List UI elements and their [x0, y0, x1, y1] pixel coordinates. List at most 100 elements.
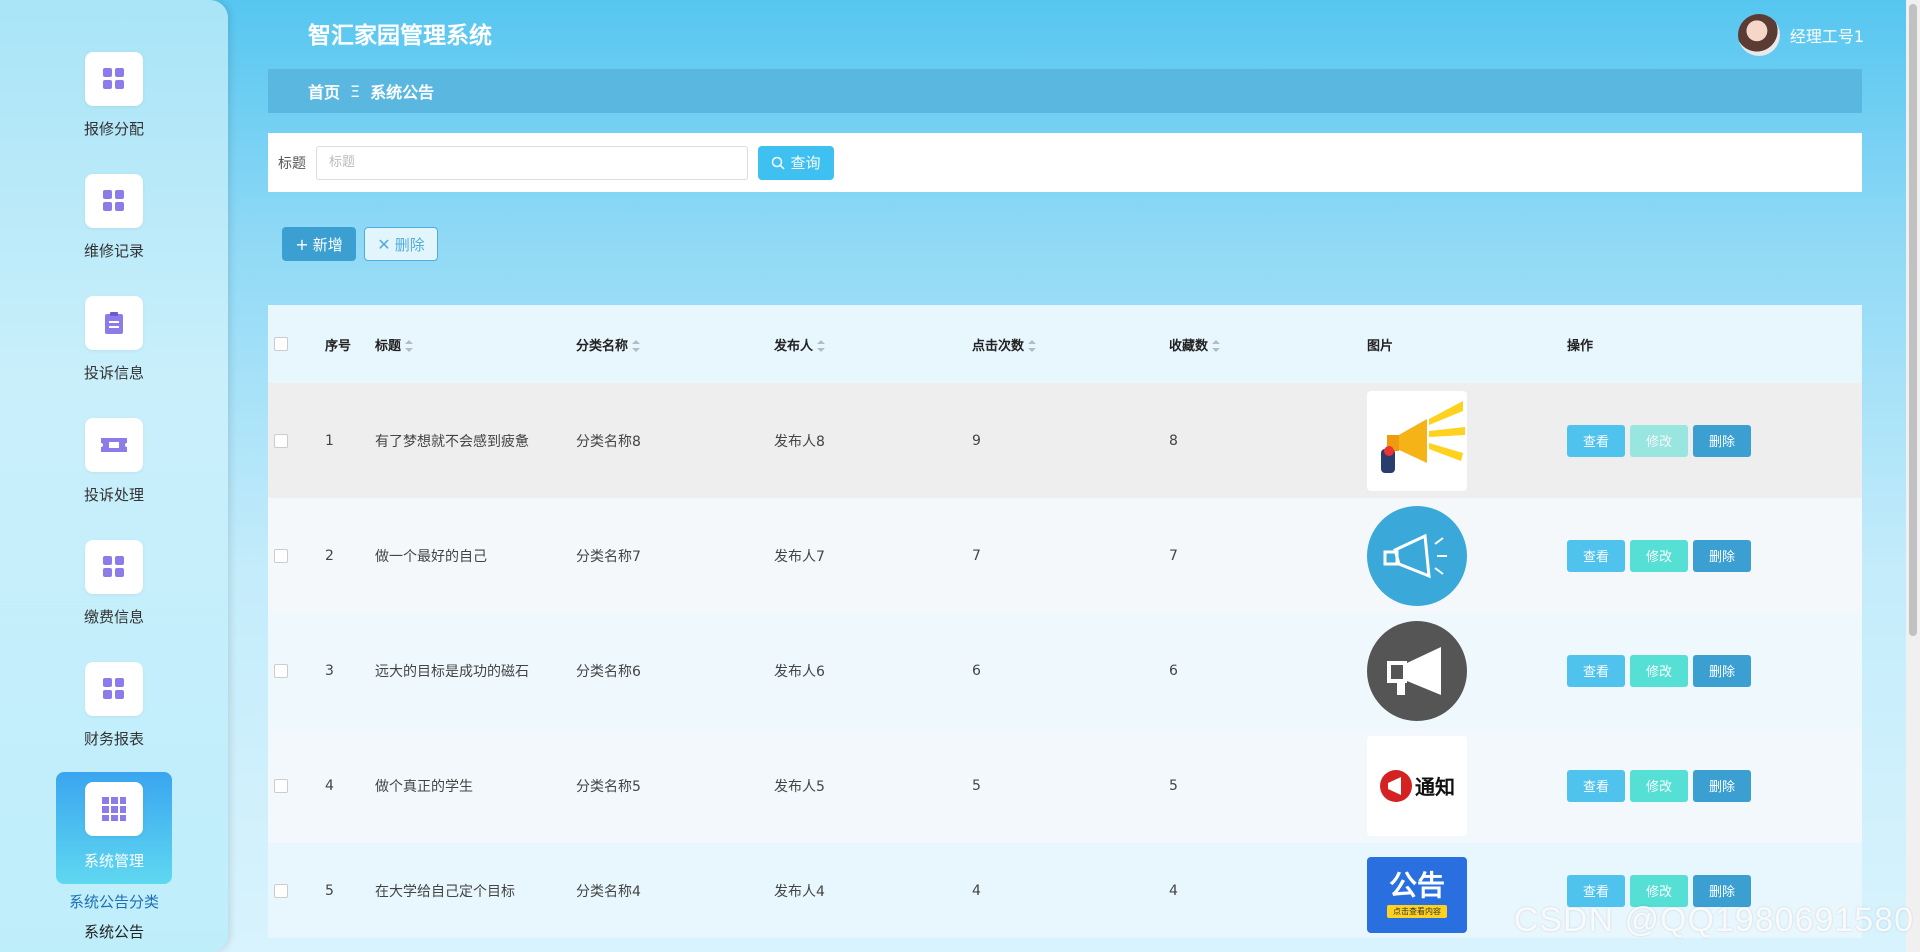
clipboard-icon — [85, 296, 143, 350]
megaphone-image[interactable] — [1367, 620, 1467, 721]
notice-table: 序号 标题 分类名称 发布人 点击次数 收藏数 图片 操作 1 有了梦想就不会感… — [268, 305, 1862, 938]
megaphone-image[interactable] — [1367, 390, 1467, 491]
delete-button[interactable]: 删除 — [1693, 654, 1751, 687]
row-checkbox[interactable] — [274, 663, 288, 678]
batch-delete-button[interactable]: ✕ 删除 — [364, 227, 438, 261]
sidebar-item-payment-info[interactable]: 缴费信息 — [56, 538, 172, 650]
breadcrumb-home[interactable]: 首页 — [308, 79, 340, 103]
grid-icon — [85, 52, 143, 106]
add-button[interactable]: + 新增 — [282, 227, 356, 261]
cell-category: 分类名称5 — [576, 778, 641, 795]
cell-title: 做个真正的学生 — [375, 778, 473, 795]
cell-favorites: 8 — [1169, 432, 1178, 449]
breadcrumb-current: 系统公告 — [370, 83, 435, 102]
sidebar-item-finance-report[interactable]: 财务报表 — [56, 660, 172, 772]
announcement-subtext: 点击查看内容 — [1387, 905, 1447, 918]
grid-icon — [85, 174, 143, 228]
breadcrumb-separator: Ξ — [350, 81, 361, 101]
header-image: 图片 — [1367, 338, 1394, 354]
view-button[interactable]: 查看 — [1567, 654, 1625, 687]
ticket-icon — [85, 418, 143, 472]
cell-title: 远大的目标是成功的磁石 — [375, 663, 529, 680]
delete-button[interactable]: 删除 — [1693, 424, 1751, 457]
row-checkbox[interactable] — [274, 883, 288, 898]
cell-category: 分类名称4 — [576, 883, 641, 900]
query-button[interactable]: 查询 — [758, 145, 834, 180]
sidebar-item-complaint-handle[interactable]: 投诉处理 — [56, 416, 172, 528]
sidebar-item-label: 投诉信息 — [83, 364, 144, 382]
scrollbar-thumb[interactable] — [1909, 4, 1917, 636]
plus-icon: + — [295, 234, 309, 254]
cell-clicks: 9 — [972, 432, 981, 449]
megaphone-icon — [1380, 769, 1412, 802]
search-bar: 标题 查询 — [268, 133, 1862, 192]
megaphone-image[interactable] — [1367, 505, 1467, 606]
announcement-text: 公告 — [1388, 869, 1445, 902]
sidebar-item-label: 系统管理 — [83, 852, 144, 870]
notice-image[interactable]: 通知 — [1367, 735, 1467, 836]
search-label: 标题 — [278, 155, 306, 172]
search-input[interactable] — [316, 145, 748, 180]
sort-icon[interactable] — [405, 340, 414, 352]
sidebar-item-label: 报修分配 — [83, 120, 144, 138]
sidebar-item-label: 缴费信息 — [83, 608, 144, 626]
user-menu[interactable]: 经理工号1 — [1737, 14, 1864, 56]
sort-icon[interactable] — [817, 340, 826, 352]
notice-text: 通知 — [1415, 775, 1455, 799]
header-clicks[interactable]: 点击次数 — [972, 335, 1169, 354]
cell-clicks: 5 — [972, 777, 981, 794]
batch-delete-label: 删除 — [394, 235, 425, 254]
cell-clicks: 7 — [972, 547, 981, 564]
view-button[interactable]: 查看 — [1567, 539, 1625, 572]
sort-icon[interactable] — [1028, 340, 1037, 352]
header-operations: 操作 — [1567, 338, 1594, 354]
edit-button[interactable]: 修改 — [1630, 654, 1688, 687]
submenu-item-notice[interactable]: 系统公告 — [0, 921, 228, 942]
cell-clicks: 6 — [972, 662, 981, 679]
avatar — [1737, 14, 1780, 56]
cell-favorites: 4 — [1169, 882, 1178, 899]
sidebar-item-repair-records[interactable]: 维修记录 — [56, 172, 172, 284]
header-favorites[interactable]: 收藏数 — [1169, 335, 1367, 354]
submenu-item-notice-category[interactable]: 系统公告分类 — [0, 891, 228, 912]
row-checkbox[interactable] — [274, 548, 288, 563]
cell-title: 在大学给自己定个目标 — [375, 883, 515, 900]
edit-button[interactable]: 修改 — [1630, 769, 1688, 802]
row-checkbox[interactable] — [274, 433, 288, 448]
edit-button[interactable]: 修改 — [1630, 539, 1688, 572]
sidebar-item-complaint-info[interactable]: 投诉信息 — [56, 294, 172, 406]
cell-favorites: 7 — [1169, 547, 1178, 564]
cell-index: 5 — [325, 882, 334, 899]
close-icon: ✕ — [377, 234, 391, 254]
header-index: 序号 — [325, 338, 352, 354]
header-category[interactable]: 分类名称 — [576, 335, 774, 354]
cell-title: 做一个最好的自己 — [375, 548, 487, 565]
grid9-icon — [85, 782, 143, 836]
sort-icon[interactable] — [632, 340, 641, 352]
sidebar-item-repair-assign[interactable]: 报修分配 — [56, 50, 172, 162]
cell-category: 分类名称6 — [576, 663, 641, 680]
table-row: 3 远大的目标是成功的磁石 分类名称6 发布人6 6 6 查看 修改 删除 — [268, 613, 1862, 728]
sidebar: 报修分配 维修记录 投诉信息 投诉处理 缴费信息 财务报表 系统管理 系统公告分… — [0, 0, 228, 952]
edit-button[interactable]: 修改 — [1630, 424, 1688, 457]
scrollbar[interactable] — [1906, 0, 1920, 952]
delete-button[interactable]: 删除 — [1693, 769, 1751, 802]
announcement-image[interactable]: 公告 点击查看内容 — [1367, 856, 1467, 933]
sort-icon[interactable] — [1212, 340, 1221, 352]
header-title[interactable]: 标题 — [375, 335, 576, 354]
header-publisher[interactable]: 发布人 — [774, 335, 972, 354]
cell-index: 4 — [325, 777, 334, 794]
add-button-label: 新增 — [312, 235, 343, 254]
select-all-checkbox[interactable] — [274, 337, 288, 351]
view-button[interactable]: 查看 — [1567, 769, 1625, 802]
sidebar-item-label: 财务报表 — [83, 730, 144, 748]
row-checkbox[interactable] — [274, 778, 288, 793]
cell-publisher: 发布人7 — [774, 548, 825, 565]
table-row: 2 做一个最好的自己 分类名称7 发布人7 7 7 查看 修改 删除 — [268, 498, 1862, 613]
delete-button[interactable]: 删除 — [1693, 539, 1751, 572]
cell-favorites: 6 — [1169, 662, 1178, 679]
table-header: 序号 标题 分类名称 发布人 点击次数 收藏数 图片 操作 — [268, 305, 1862, 383]
sidebar-item-system-manage[interactable]: 系统管理 — [56, 772, 172, 884]
toolbar: + 新增 ✕ 删除 — [282, 227, 438, 261]
view-button[interactable]: 查看 — [1567, 424, 1625, 457]
